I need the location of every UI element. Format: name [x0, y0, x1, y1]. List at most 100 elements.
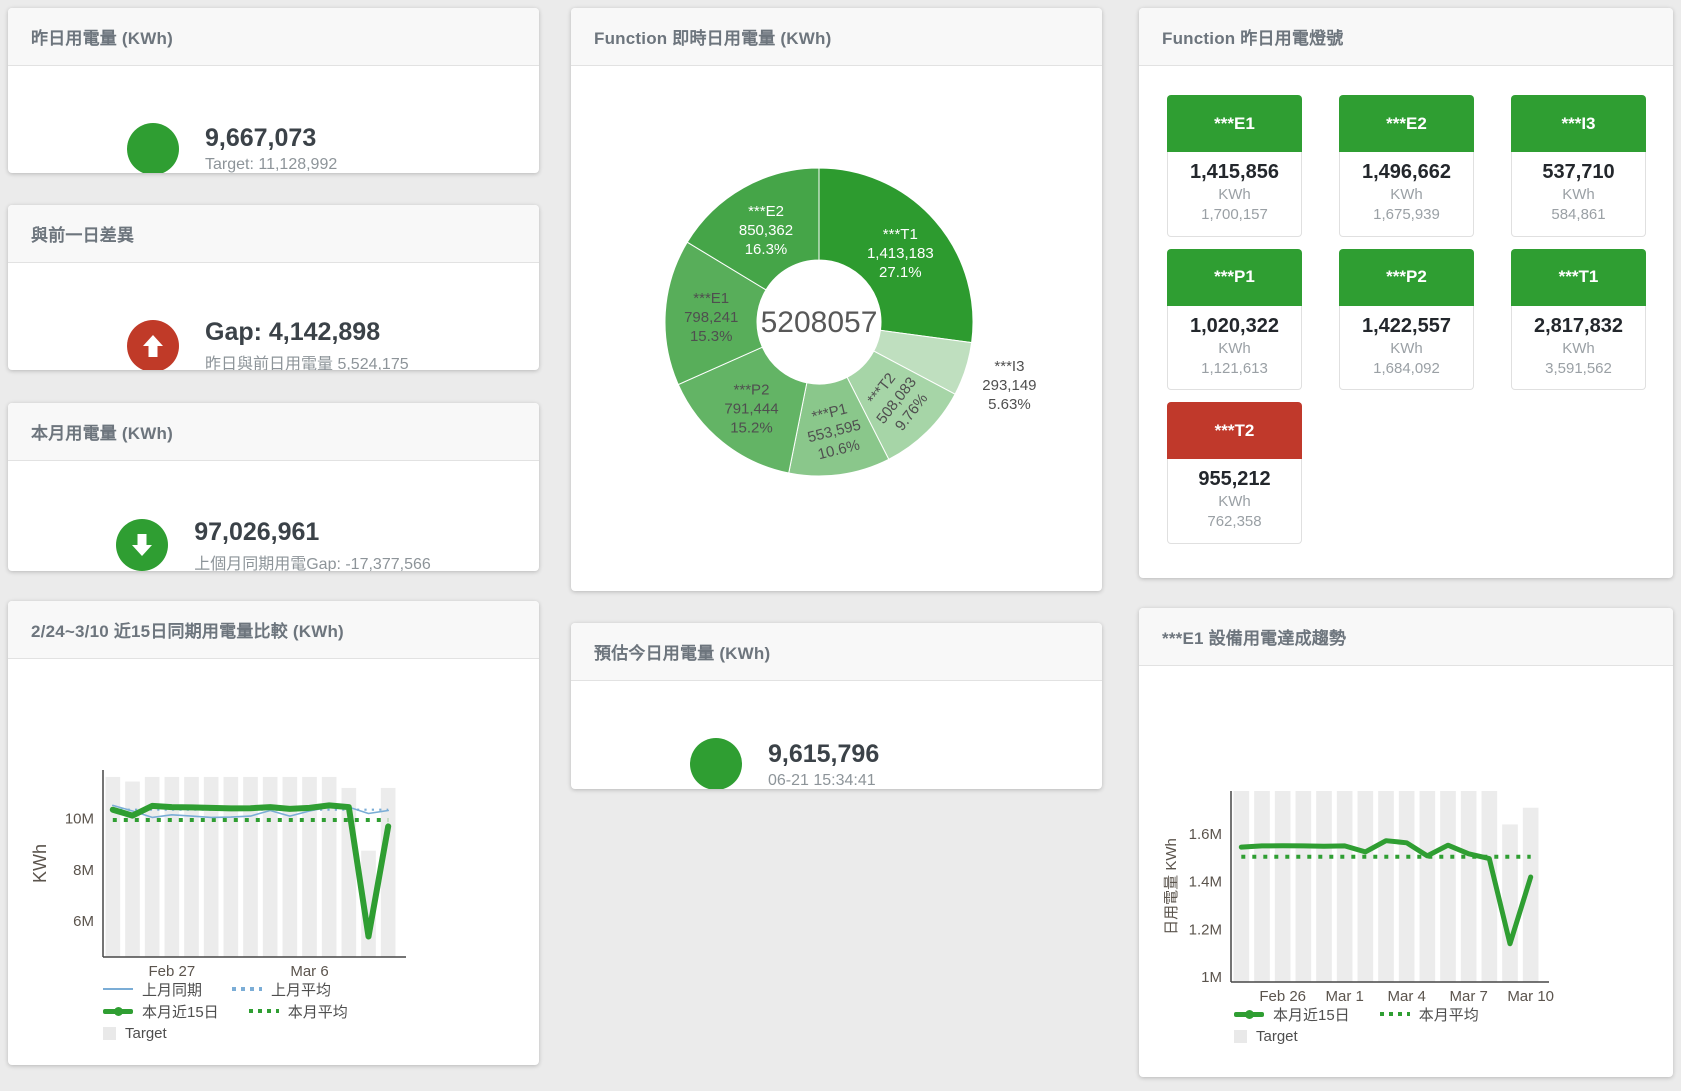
legend-item[interactable]: Target — [103, 1025, 167, 1042]
stat-value: 9,667,073 — [205, 123, 420, 153]
target-bar — [1296, 791, 1312, 982]
x-tick-label: Mar 10 — [1507, 988, 1554, 1003]
panel-realtime-usage-pie: Function 即時日用電量 (KWh) ***T11,413,18327.1… — [571, 8, 1102, 591]
legend-item[interactable]: Target — [1234, 1028, 1298, 1045]
light-tile: ***E2 1,496,662 KWh 1,675,939 — [1339, 95, 1474, 237]
target-swatch-icon — [1234, 1030, 1247, 1043]
target-bar — [1420, 791, 1436, 982]
compare-15days-chart[interactable]: 6M8M10MFeb 27Mar 6KWh — [8, 762, 458, 978]
tile-sub-value: 1,684,092 — [1340, 359, 1473, 379]
light-tile-header: ***I3 — [1511, 95, 1646, 152]
green-status-circle-icon — [690, 738, 742, 789]
panel-header: ***E1 設備用電達成趨勢 — [1139, 608, 1673, 666]
legend-item[interactable]: 本月近15日 — [1234, 1004, 1350, 1025]
tile-unit: KWh — [1512, 185, 1645, 205]
pie-slice-label: ***I3293,1495.63% — [982, 358, 1036, 413]
legend-item[interactable]: 本月平均 — [249, 1001, 348, 1022]
panel-header: 昨日用電量 (KWh) — [8, 8, 539, 66]
lights-body: ***E1 1,415,856 KWh 1,700,157 ***E2 1,49… — [1139, 95, 1673, 578]
tile-sub-value: 1,675,939 — [1340, 205, 1473, 225]
target-bar — [1440, 791, 1456, 982]
line-swatch-icon — [103, 988, 133, 990]
tile-value: 1,020,322 — [1168, 314, 1301, 339]
light-tile: ***E1 1,415,856 KWh 1,700,157 — [1167, 95, 1302, 237]
tile-unit: KWh — [1168, 339, 1301, 359]
target-bar — [1502, 824, 1518, 982]
legend-row: 本月近15日 本月平均 — [1234, 1003, 1673, 1025]
light-tile-body: 1,020,322 KWh 1,121,613 — [1167, 306, 1302, 391]
legend-label: 本月近15日 — [142, 1001, 219, 1022]
tile-sub-value: 1,121,613 — [1168, 359, 1301, 379]
target-bar — [1337, 791, 1353, 982]
legend-label: Target — [1256, 1028, 1298, 1045]
marker-dot-icon — [1245, 1010, 1254, 1019]
light-tile-header: ***P1 — [1167, 249, 1302, 306]
panel-header: 2/24~3/10 近15日同期用電量比較 (KWh) — [8, 601, 539, 659]
tile-value: 537,710 — [1512, 160, 1645, 185]
legend-label: 上月平均 — [271, 979, 331, 1000]
light-tile: ***I3 537,710 KWh 584,861 — [1511, 95, 1646, 237]
stat-text: 9,615,796 06-21 15:34:41 — [768, 739, 983, 790]
panel-title: 與前一日差異 — [31, 221, 134, 246]
legend-row: 上月同期 上月平均 — [103, 978, 539, 1000]
target-bar — [224, 777, 239, 957]
y-tick-label: 1.2M — [1189, 921, 1222, 938]
y-tick-label: 1.4M — [1189, 874, 1222, 891]
chart-body: 6M8M10MFeb 27Mar 6KWh 上月同期 上月平均本月近15日 本月平均… — [8, 762, 539, 1065]
stat-value: 9,615,796 — [768, 739, 983, 769]
stat-value: 97,026,961 — [194, 517, 431, 547]
chart-body: 1M1.2M1.4M1.6MFeb 26Mar 1Mar 4Mar 7Mar 1… — [1139, 783, 1673, 1077]
y-tick-label: 6M — [73, 913, 94, 930]
target-bar — [1461, 791, 1477, 982]
light-tile: ***T2 955,212 KWh 762,358 — [1167, 402, 1302, 544]
legend-item[interactable]: 上月同期 — [103, 979, 202, 1000]
stat-value: Gap: 4,142,898 — [205, 317, 420, 347]
light-tile-header: ***E2 — [1339, 95, 1474, 152]
donut-body: ***T11,413,18327.1%***I3293,1495.63%***T… — [571, 66, 1102, 591]
light-tile: ***T1 2,817,832 KWh 3,591,562 — [1511, 249, 1646, 391]
arrow-up-circle-icon — [127, 320, 179, 371]
target-bar — [1254, 791, 1270, 982]
panel-header: 與前一日差異 — [8, 205, 539, 263]
panel-title: 2/24~3/10 近15日同期用電量比較 (KWh) — [31, 617, 344, 642]
panel-title: Function 即時日用電量 (KWh) — [594, 24, 831, 49]
target-bar — [204, 777, 219, 957]
stat-text: 9,667,073 Target: 11,128,992 — [205, 123, 420, 173]
target-bar — [243, 777, 258, 957]
light-tile: ***P2 1,422,557 KWh 1,684,092 — [1339, 249, 1474, 391]
target-bar — [1358, 791, 1374, 982]
legend-item[interactable]: 本月平均 — [1380, 1004, 1479, 1025]
panel-month-usage: 本月用電量 (KWh) 97,026,961 上個月同期用電Gap: -17,3… — [8, 403, 539, 571]
y-tick-label: 1M — [1201, 969, 1222, 986]
panel-title: 昨日用電量 (KWh) — [31, 24, 173, 49]
legend-row: Target — [1234, 1025, 1673, 1047]
lights-tile-grid: ***E1 1,415,856 KWh 1,700,157 ***E2 1,49… — [1167, 95, 1673, 544]
tile-unit: KWh — [1512, 339, 1645, 359]
light-tile-header: ***P2 — [1339, 249, 1474, 306]
x-tick-label: Feb 26 — [1259, 988, 1306, 1003]
tile-value: 1,496,662 — [1340, 160, 1473, 185]
y-axis-title: 日用電量 KWh — [1163, 838, 1180, 935]
legend-item[interactable]: 本月近15日 — [103, 1001, 219, 1022]
light-tile-body: 1,415,856 KWh 1,700,157 — [1167, 152, 1302, 237]
legend-item[interactable]: 上月平均 — [232, 979, 331, 1000]
panel-header: 預估今日用電量 (KWh) — [571, 623, 1102, 681]
x-tick-label: Mar 1 — [1325, 988, 1363, 1003]
tile-unit: KWh — [1168, 185, 1301, 205]
tile-sub-value: 1,700,157 — [1168, 205, 1301, 225]
stat-body: 97,026,961 上個月同期用電Gap: -17,377,566 — [8, 461, 539, 571]
tile-value: 2,817,832 — [1512, 314, 1645, 339]
realtime-usage-donut-chart[interactable]: ***T11,413,18327.1%***I3293,1495.63%***T… — [571, 66, 1102, 591]
stat-text: 97,026,961 上個月同期用電Gap: -17,377,566 — [194, 517, 431, 572]
panel-title: 本月用電量 (KWh) — [31, 419, 173, 444]
stat-subtitle: 06-21 15:34:41 — [768, 772, 983, 790]
panel-compare-15days-chart: 2/24~3/10 近15日同期用電量比較 (KWh) 6M8M10MFeb 2… — [8, 601, 539, 1065]
stat-body: 9,615,796 06-21 15:34:41 — [571, 681, 1102, 789]
tile-unit: KWh — [1340, 339, 1473, 359]
e1-trend-chart[interactable]: 1M1.2M1.4M1.6MFeb 26Mar 1Mar 4Mar 7Mar 1… — [1139, 783, 1609, 1003]
target-bar — [263, 777, 278, 957]
thick-line-swatch-icon — [103, 1009, 133, 1014]
panel-e1-trend-chart: ***E1 設備用電達成趨勢 1M1.2M1.4M1.6MFeb 26Mar 1… — [1139, 608, 1673, 1077]
light-tile-body: 955,212 KWh 762,358 — [1167, 459, 1302, 544]
legend-row: 本月近15日 本月平均 — [103, 1000, 539, 1022]
